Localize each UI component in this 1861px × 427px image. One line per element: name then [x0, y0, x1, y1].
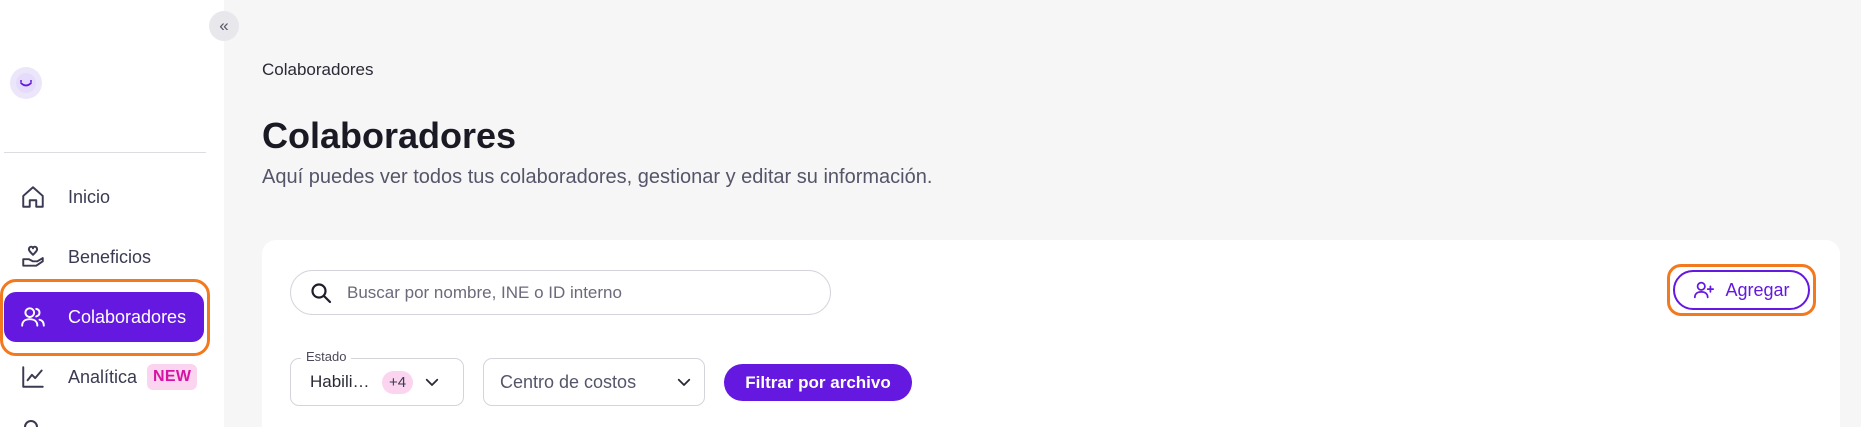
estado-select[interactable]: Estado Habilit... +4	[290, 349, 464, 406]
chevron-down-icon	[675, 373, 693, 391]
sidebar-item-inicio[interactable]: Inicio	[4, 172, 204, 222]
collapse-sidebar-button[interactable]: «	[209, 11, 239, 41]
estado-count-badge: +4	[382, 370, 414, 394]
sidebar: Inicio Beneficios Colaboradores Analític…	[0, 0, 224, 427]
hand-heart-icon	[18, 242, 48, 272]
sidebar-item-analitica[interactable]: Analítica NEW	[4, 352, 204, 402]
centro-costos-select[interactable]: Centro de costos	[483, 358, 705, 406]
sidebar-item-label: Analítica	[68, 366, 138, 387]
double-chevron-left-icon: «	[219, 16, 229, 35]
estado-label: Estado	[301, 349, 352, 364]
logo-icon	[10, 67, 42, 99]
breadcrumb[interactable]: Colaboradores	[262, 60, 374, 80]
search-bar[interactable]	[290, 270, 831, 315]
search-input[interactable]	[347, 282, 787, 303]
chevron-down-icon	[423, 373, 441, 391]
sidebar-item-label: Inicio	[68, 186, 111, 207]
estado-value: Habilit...	[310, 372, 370, 391]
add-collaborator-button[interactable]: Agregar	[1673, 270, 1810, 310]
page-subtitle: Aquí puedes ver todos tus colaboradores,…	[262, 166, 933, 188]
sidebar-item-label: Beneficios	[68, 246, 152, 267]
user-plus-icon	[1694, 281, 1715, 299]
page-title: Colaboradores	[262, 115, 517, 156]
partial-nav-icon	[24, 420, 38, 427]
add-button-label: Agregar	[1725, 279, 1790, 300]
home-icon	[18, 182, 48, 212]
highlight-annotation	[0, 279, 210, 356]
filter-by-file-button[interactable]: Filtrar por archivo	[724, 364, 912, 401]
line-chart-icon	[18, 362, 48, 392]
search-icon	[309, 281, 333, 305]
sidebar-item-beneficios[interactable]: Beneficios	[4, 232, 204, 282]
centro-costos-placeholder: Centro de costos	[500, 371, 637, 392]
new-badge: NEW	[147, 364, 198, 390]
sidebar-divider	[4, 152, 206, 153]
